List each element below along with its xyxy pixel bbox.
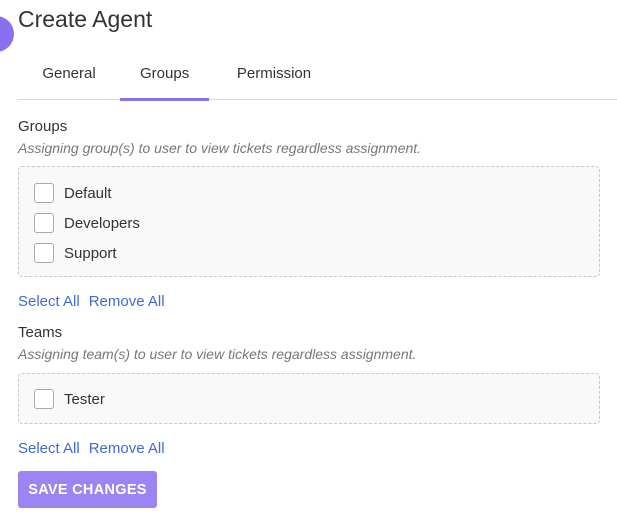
tab-general[interactable]: General xyxy=(18,52,120,100)
checkbox[interactable] xyxy=(34,389,54,409)
teams-select-all-link[interactable]: Select All xyxy=(18,440,80,457)
tab-groups[interactable]: Groups xyxy=(120,52,209,101)
checkbox[interactable] xyxy=(34,183,54,203)
teams-label: Teams xyxy=(18,324,63,341)
teams-bulk-actions: Select All Remove All xyxy=(18,440,165,457)
save-changes-button[interactable]: SAVE CHANGES xyxy=(18,471,157,508)
group-option-default[interactable]: Default xyxy=(34,182,112,204)
page-title: Create Agent xyxy=(18,6,153,32)
accent-circle xyxy=(0,16,14,52)
team-option-tester[interactable]: Tester xyxy=(34,388,105,410)
groups-remove-all-link[interactable]: Remove All xyxy=(89,293,165,310)
teams-hint: Assigning team(s) to user to view ticket… xyxy=(18,346,417,362)
group-option-developers[interactable]: Developers xyxy=(34,212,140,234)
groups-checkbox-list: Default Developers Support xyxy=(18,166,600,277)
group-option-label: Developers xyxy=(64,214,140,232)
groups-label: Groups xyxy=(18,118,68,135)
teams-remove-all-link[interactable]: Remove All xyxy=(89,440,165,457)
groups-hint: Assigning group(s) to user to view ticke… xyxy=(18,140,422,156)
group-option-label: Support xyxy=(64,244,117,262)
group-option-support[interactable]: Support xyxy=(34,242,117,264)
groups-bulk-actions: Select All Remove All xyxy=(18,293,165,310)
team-option-label: Tester xyxy=(64,390,105,408)
tab-bar: General Groups Permission xyxy=(18,52,617,101)
checkbox[interactable] xyxy=(34,243,54,263)
tab-permission[interactable]: Permission xyxy=(209,52,339,100)
group-option-label: Default xyxy=(64,184,112,202)
teams-checkbox-list: Tester xyxy=(18,373,600,424)
groups-select-all-link[interactable]: Select All xyxy=(18,293,80,310)
checkbox[interactable] xyxy=(34,213,54,233)
